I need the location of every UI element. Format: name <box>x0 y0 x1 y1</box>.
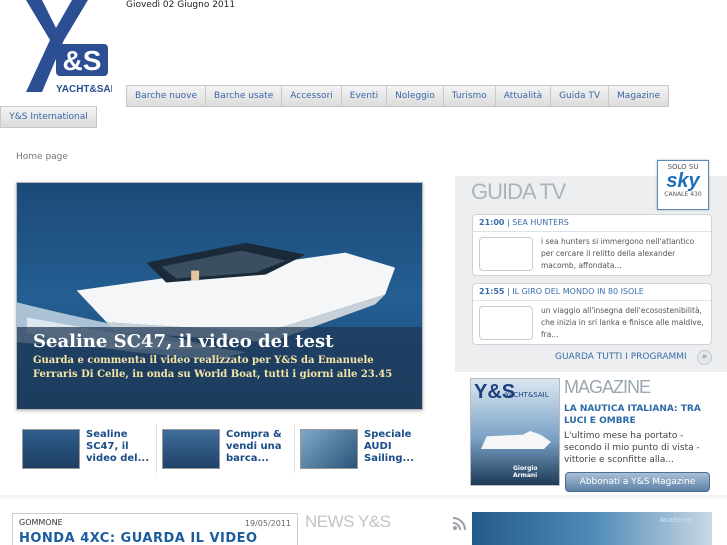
thumb-label[interactable]: Sealine SC47, il video del... <box>86 429 154 473</box>
chevron-right-icon[interactable]: » <box>697 350 712 365</box>
news-headline[interactable]: HONDA 4XC: GUARDA IL VIDEO DEL <box>19 531 291 545</box>
thumb-label[interactable]: Compra & vendi una barca... <box>226 429 286 473</box>
news-date: 19/05/2011 <box>244 519 291 528</box>
thumb-item[interactable]: Compra & vendi una barca... <box>162 425 286 473</box>
hero-banner[interactable]: Sealine SC47, il video del test Guarda e… <box>16 182 423 410</box>
tv-program-header: 21:55 | IL GIRO DEL MONDO IN 80 ISOLE <box>473 284 711 301</box>
divider <box>0 495 727 501</box>
news-card[interactable]: GOMMONE 19/05/2011 HONDA 4XC: GUARDA IL … <box>12 513 298 545</box>
news-section-title: NEWS Y&S <box>305 512 391 531</box>
sky-logo: sky <box>666 170 700 192</box>
tv-time: 21:55 <box>479 287 505 296</box>
tab-barche-nuove[interactable]: Barche nuove <box>127 86 207 106</box>
divider <box>156 425 157 473</box>
svg-text:&S: &S <box>63 45 102 76</box>
tab-international[interactable]: Y&S International <box>0 106 97 128</box>
tv-time: 21:00 <box>479 218 505 227</box>
cover-subtitle: YACHT&SAIL <box>505 391 549 399</box>
magazine-text: L'ultimo mese ha portato - secondo il mi… <box>564 431 700 465</box>
featured-thumbs: Sealine SC47, il video del... Compra & v… <box>16 425 423 473</box>
magazine-cover[interactable]: Y&S YACHT&SAIL Giorgio Armani <box>470 378 560 486</box>
tab-barche-usate[interactable]: Barche usate <box>206 86 283 106</box>
tv-program-item[interactable]: 21:55 | IL GIRO DEL MONDO IN 80 ISOLE un… <box>472 283 712 345</box>
thumb-image[interactable] <box>162 429 220 469</box>
hero-caption: Sealine SC47, il video del test Guarda e… <box>17 327 422 409</box>
hero-title[interactable]: Sealine SC47, il video del test <box>33 331 406 352</box>
thumb-label[interactable]: Speciale AUDI Sailing... <box>364 429 424 473</box>
photo-caption: Academy <box>659 516 692 524</box>
tv-program-name[interactable]: IL GIRO DEL MONDO IN 80 ISOLE <box>512 287 644 296</box>
sky-channel: CANALE 430 <box>664 191 702 198</box>
tab-turismo[interactable]: Turismo <box>444 86 496 106</box>
magazine-title: MAGAZINE <box>564 377 651 397</box>
cover-name: Giorgio Armani <box>513 465 538 479</box>
subscribe-button[interactable]: Abbonati a Y&S Magazine <box>565 472 710 492</box>
tab-attualita[interactable]: Attualità <box>496 86 552 106</box>
sky-badge[interactable]: SOLO SU sky CANALE 430 <box>657 160 709 210</box>
tab-eventi[interactable]: Eventi <box>342 86 388 106</box>
current-date: Giovedì 02 Giugno 2011 <box>126 0 236 10</box>
news-photo[interactable]: Academy <box>472 512 712 545</box>
tv-program-thumb <box>479 306 533 340</box>
tv-program-header: 21:00 | SEA HUNTERS <box>473 215 711 232</box>
tv-program-item[interactable]: 21:00 | SEA HUNTERS i sea hunters si imm… <box>472 214 712 276</box>
thumb-image[interactable] <box>300 429 358 469</box>
rss-icon[interactable] <box>452 517 466 531</box>
thumb-image[interactable] <box>22 429 80 469</box>
magazine-headline[interactable]: LA NAUTICA ITALIANA: TRA LUCI E OMBRE <box>564 403 714 427</box>
tv-program-desc: un viaggio all'insegna dell'ecosostenibi… <box>541 306 704 339</box>
thumb-item[interactable]: Sealine SC47, il video del... <box>22 425 154 473</box>
hero-subtitle: Guarda e commenta il video realizzato pe… <box>33 355 393 380</box>
thumb-item[interactable]: Speciale AUDI Sailing... <box>300 425 424 473</box>
guida-tv-title: GUIDA TV <box>471 179 566 204</box>
tab-guida-tv[interactable]: Guida TV <box>551 86 610 106</box>
yacht-sail-logo[interactable]: &S YACHT&SAIL <box>12 0 112 98</box>
tab-noleggio[interactable]: Noleggio <box>387 86 444 106</box>
main-nav: Barche nuove Barche usate Accessori Even… <box>126 85 670 107</box>
cover-boat-image <box>481 431 551 449</box>
tv-program-thumb <box>479 237 533 271</box>
logo-subtitle: YACHT&SAIL <box>56 84 112 95</box>
tab-magazine[interactable]: Magazine <box>609 86 668 106</box>
breadcrumb[interactable]: Home page <box>16 152 68 162</box>
tab-accessori[interactable]: Accessori <box>282 86 342 106</box>
tv-all-programs-link[interactable]: GUARDA TUTTI I PROGRAMMI <box>555 352 687 362</box>
tv-program-name[interactable]: SEA HUNTERS <box>512 218 569 227</box>
divider <box>294 425 295 473</box>
tv-program-desc: i sea hunters si immergono nell'atlantic… <box>541 237 695 270</box>
